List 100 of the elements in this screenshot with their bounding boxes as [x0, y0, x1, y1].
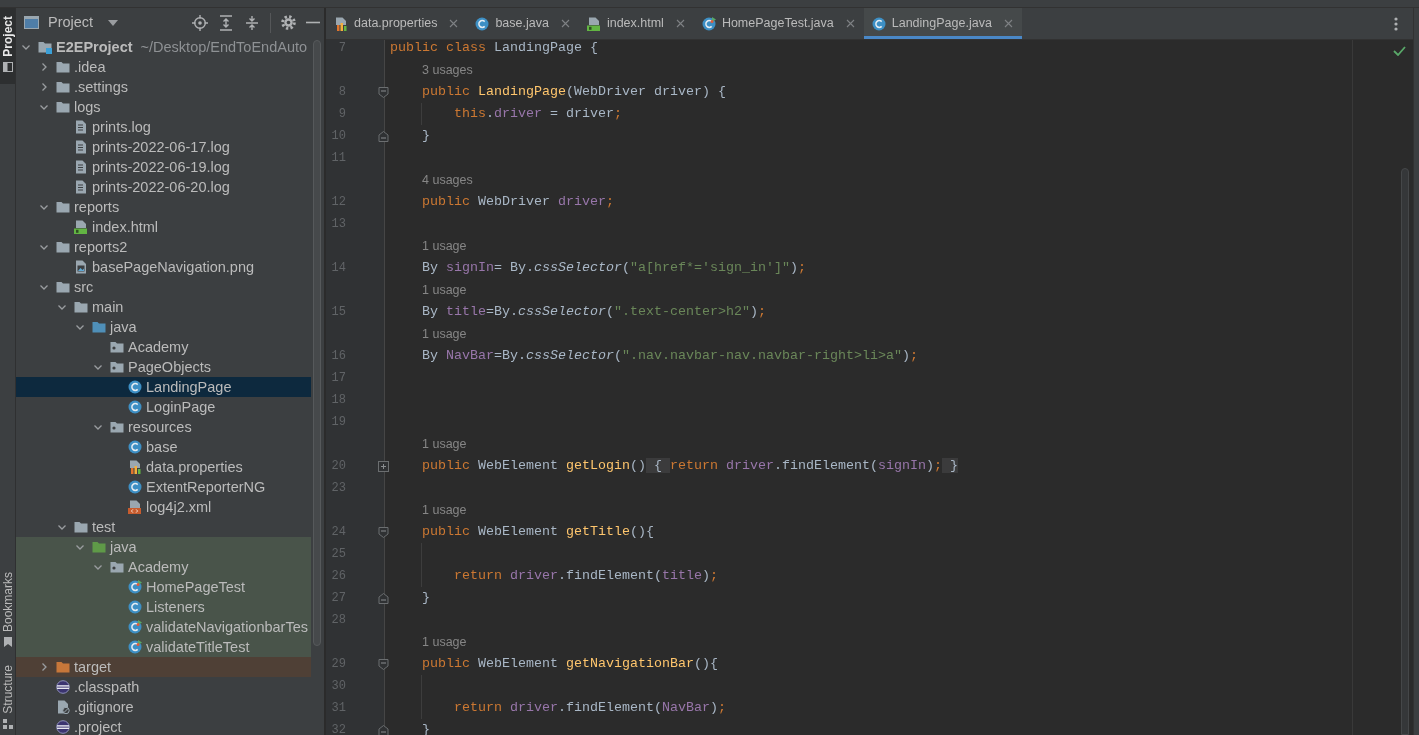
fold-marker-icon[interactable] — [378, 86, 389, 98]
tree-item[interactable]: prints-2022-06-17.log — [16, 137, 311, 157]
chevron-icon[interactable] — [39, 282, 49, 292]
code-line: return driver.findElement(NavBar); — [454, 700, 726, 716]
chevron-icon[interactable] — [21, 42, 31, 52]
fold-marker-icon[interactable] — [378, 724, 389, 735]
tree-item[interactable]: main — [16, 297, 311, 317]
chevron-icon[interactable] — [39, 82, 49, 92]
tree-item[interactable]: reports — [16, 197, 311, 217]
tree-item[interactable]: src — [16, 277, 311, 297]
folder-icon — [56, 240, 70, 254]
scrollbar-thumb[interactable] — [313, 40, 321, 646]
vertical-dots-icon[interactable] — [1394, 16, 1398, 31]
chevron-icon[interactable] — [75, 322, 85, 332]
chevron-icon[interactable] — [39, 62, 49, 72]
chevron-icon[interactable] — [57, 522, 67, 532]
tree-item[interactable]: reports2 — [16, 237, 311, 257]
tree-item[interactable]: LoginPage — [16, 397, 311, 417]
chevron-icon[interactable] — [39, 102, 49, 112]
tree-item[interactable]: target — [16, 657, 311, 677]
tree-item[interactable]: PageObjects — [16, 357, 311, 377]
checkmark-icon[interactable] — [1392, 46, 1406, 56]
tree-item[interactable]: validateTitleTest — [16, 637, 311, 657]
chevron-icon[interactable] — [75, 542, 85, 552]
tree-item[interactable]: logs — [16, 97, 311, 117]
fold-marker-icon[interactable] — [378, 592, 389, 604]
usage-hint[interactable]: 1 usage — [422, 502, 467, 518]
tree-item[interactable]: prints.log — [16, 117, 311, 137]
tree-item[interactable]: .classpath — [16, 677, 311, 697]
tree-item[interactable]: .project — [16, 717, 311, 735]
chevron-icon[interactable] — [39, 242, 49, 252]
tree-item[interactable]: .gitignore — [16, 697, 311, 717]
minus-icon[interactable] — [306, 21, 320, 24]
usage-hint[interactable]: 1 usage — [422, 282, 467, 298]
tree-item[interactable]: data.properties — [16, 457, 311, 477]
arrows-inward-icon[interactable] — [244, 14, 260, 31]
folder-icon — [74, 520, 88, 534]
usage-hint[interactable]: 1 usage — [422, 238, 467, 254]
tree-item[interactable]: java — [16, 537, 311, 557]
tree-item[interactable]: .idea — [16, 57, 311, 77]
tree-item[interactable]: validateNavigationbarTes — [16, 617, 311, 637]
close-icon[interactable] — [845, 19, 855, 28]
fold-marker-icon[interactable] — [378, 460, 389, 472]
arrows-outward-icon[interactable] — [218, 14, 234, 31]
usage-hint[interactable]: 1 usage — [422, 436, 467, 452]
chevron-icon[interactable] — [57, 302, 67, 312]
tree-item[interactable]: HomePageTest — [16, 577, 311, 597]
usage-hint[interactable]: 1 usage — [422, 634, 467, 650]
window-icon — [24, 15, 39, 30]
close-icon[interactable] — [1003, 19, 1013, 28]
fold-marker-icon[interactable] — [378, 526, 389, 538]
folder-icon — [56, 200, 70, 214]
tool-window-tab[interactable]: Bookmarks — [0, 568, 15, 654]
chevron-icon[interactable] — [93, 422, 103, 432]
close-icon[interactable] — [675, 19, 685, 28]
tree-item[interactable]: log4j2.xml — [16, 497, 311, 517]
tree-item[interactable]: index.html — [16, 217, 311, 237]
chevron-icon[interactable] — [93, 562, 103, 572]
folder-icon — [56, 100, 70, 114]
folder-icon — [74, 300, 88, 314]
fold-marker-icon[interactable] — [378, 658, 389, 670]
tree-item[interactable]: .settings — [16, 77, 311, 97]
tree-item[interactable]: test — [16, 517, 311, 537]
tree-item[interactable]: prints-2022-06-19.log — [16, 157, 311, 177]
tree-item[interactable]: prints-2022-06-20.log — [16, 177, 311, 197]
scrollbar-thumb[interactable] — [1401, 168, 1409, 735]
tree-item[interactable]: resources — [16, 417, 311, 437]
striped-circle-icon — [56, 680, 70, 694]
chevron-icon[interactable] — [93, 362, 103, 372]
chevron-icon[interactable] — [39, 202, 49, 212]
tree-item[interactable]: E2EProject ~/Desktop/EndToEndAuto — [16, 37, 311, 57]
crosshair-icon[interactable] — [192, 14, 208, 31]
tree-item[interactable]: Listeners — [16, 597, 311, 617]
usage-hint[interactable]: 3 usages — [422, 62, 473, 78]
package-icon — [110, 360, 124, 374]
file-tab[interactable]: data.properties — [326, 8, 468, 39]
tree-item[interactable]: basePageNavigation.png — [16, 257, 311, 277]
code-line: By signIn= By.cssSelector("a[href*='sign_in']"); — [422, 260, 806, 276]
tool-window-tab[interactable]: Project — [0, 8, 15, 84]
fold-marker-icon[interactable] — [378, 130, 389, 142]
close-icon[interactable] — [449, 19, 459, 28]
usage-hint[interactable]: 4 usages — [422, 172, 473, 188]
chevron-icon[interactable] — [39, 662, 49, 672]
tree-item[interactable]: Academy — [16, 337, 311, 357]
file-tab[interactable]: index.html — [578, 8, 694, 39]
tree-item[interactable]: java — [16, 317, 311, 337]
tree-item[interactable]: Academy — [16, 557, 311, 577]
tree-item[interactable]: base — [16, 437, 311, 457]
file-tab[interactable]: LandingPage.java — [863, 8, 1022, 39]
view-selector[interactable]: Project — [24, 11, 119, 34]
window-icon — [2, 61, 13, 72]
file-tab[interactable]: base.java — [467, 8, 579, 39]
usage-hint[interactable]: 1 usage — [422, 326, 467, 342]
close-icon[interactable] — [560, 19, 570, 28]
test-class-icon — [128, 640, 142, 654]
tool-window-tab[interactable]: Structure — [0, 661, 15, 735]
settings-icon[interactable] — [281, 15, 296, 30]
tree-item[interactable]: ExtentReporterNG — [16, 477, 311, 497]
tree-item[interactable]: LandingPage — [16, 377, 311, 397]
file-tab[interactable]: HomePageTest.java — [693, 8, 864, 39]
